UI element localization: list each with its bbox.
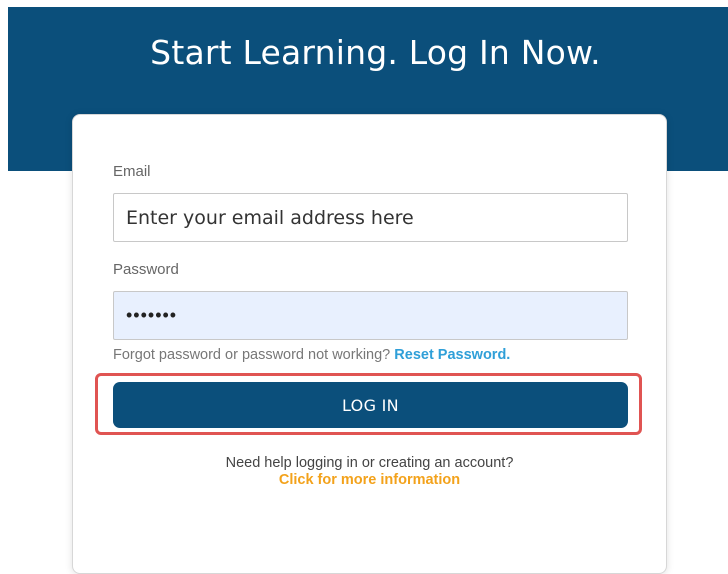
help-text: Need help logging in or creating an acco… bbox=[225, 455, 514, 471]
password-field[interactable] bbox=[113, 291, 628, 340]
forgot-password-line: Forgot password or password not working?… bbox=[113, 346, 633, 364]
email-label: Email bbox=[113, 163, 151, 180]
email-field[interactable] bbox=[113, 193, 628, 242]
forgot-password-text: Forgot password or password not working? bbox=[113, 347, 391, 363]
reset-password-link[interactable]: Reset Password. bbox=[394, 347, 510, 363]
login-card: Email Password Forgot password or passwo… bbox=[72, 114, 667, 574]
more-information-link[interactable]: Click for more information bbox=[73, 472, 666, 489]
password-label: Password bbox=[113, 261, 179, 278]
page-title: Start Learning. Log In Now. bbox=[150, 33, 601, 72]
login-button[interactable]: LOG IN bbox=[113, 382, 628, 428]
